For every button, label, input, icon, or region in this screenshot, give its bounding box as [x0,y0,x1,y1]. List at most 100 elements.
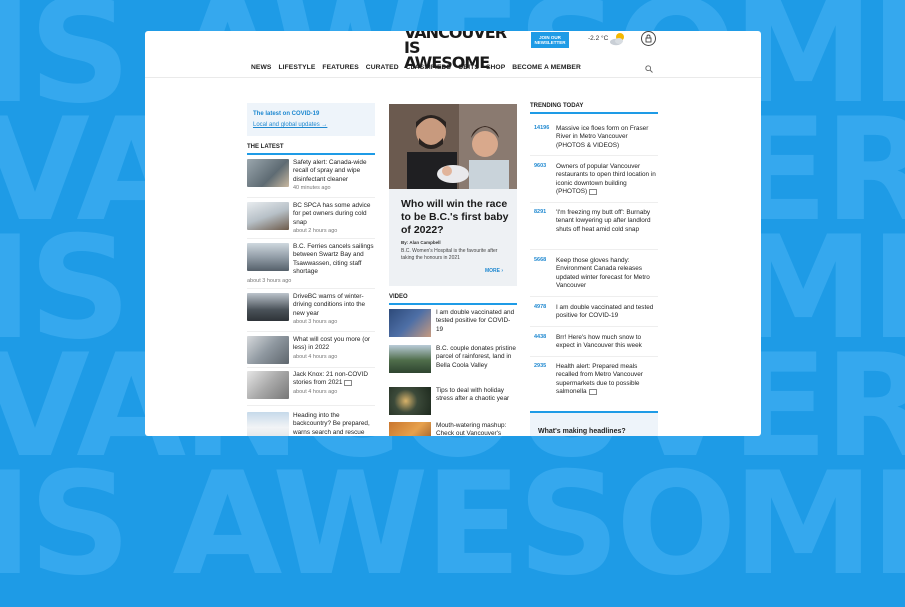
video-item[interactable]: I am double vaccinated and tested positi… [389,309,517,339]
covid-title[interactable]: The latest on COVID-19 [253,111,319,117]
video-title: Tips to deal with holiday stress after a… [436,387,510,403]
video-item[interactable]: B.C. couple donates pristine parcel of r… [389,345,517,379]
story-thumbnail [247,202,289,230]
list-item[interactable]: B.C. Ferries cancels sailings between Sw… [247,243,377,283]
nav-curated[interactable]: CURATED [366,64,399,71]
story-time: about 4 hours ago [293,388,338,395]
latest-heading: THE LATEST [247,144,284,150]
divider [530,249,658,250]
story-time: about 4 hours ago [293,353,338,360]
video-thumbnail [389,345,431,373]
story-title: BC SPCA has some advice for pet owners d… [293,202,371,226]
story-time: about 3 hours ago [247,278,292,284]
nav-lifestyle[interactable]: LIFESTYLE [278,64,315,71]
trending-item[interactable]: 14196 Massive ice floes form on Fraser R… [530,125,658,153]
video-thumbnail [389,422,431,436]
trending-count: 9603 [534,163,547,169]
list-item[interactable]: Safety alert: Canada-wide recall of spra… [247,159,377,193]
feature-byline: By: Alan Campbell [401,240,441,245]
video-heading-rule [389,303,517,305]
trending-title: Brr! Here's how much snow to expect in V… [556,334,642,350]
trending-item[interactable]: 4978 I am double vaccinated and tested p… [530,304,658,324]
nav-divider [145,77,761,78]
divider [247,405,375,406]
nav-news[interactable]: NEWS [251,64,271,71]
story-title: DriveBC warns of winter-driving conditio… [293,293,366,317]
list-item[interactable]: Heading into the backcountry? Be prepare… [247,412,377,436]
trending-count: 4438 [534,334,547,340]
story-thumbnail [247,293,289,321]
nav-shop[interactable]: SHOP [486,64,505,71]
website-screenshot: VANCOUVER IS AWESOME JOIN OUR NEWSLETTER… [145,31,761,436]
feature-photo[interactable] [389,104,517,189]
trending-title: Massive ice floes form on Fraser River i… [556,125,649,149]
trending-item[interactable]: 4438 Brr! Here's how much snow to expect… [530,334,658,354]
trending-title: I am double vaccinated and tested positi… [556,304,654,320]
trending-title: Owners of popular Vancouver restaurants … [556,163,656,196]
trending-item[interactable]: 5668 Keep those gloves handy: Environmen… [530,257,658,293]
headlines-box: What's making headlines? [530,411,658,436]
background-wordmark: IS AWESOME [0,442,905,607]
feature-card[interactable]: Who will win the race to be B.C.'s first… [389,189,517,286]
nav-classifieds[interactable]: CLASSIFIEDS [406,64,451,71]
newsletter-button[interactable]: JOIN OUR NEWSLETTER [531,32,569,48]
divider [530,356,658,357]
list-item[interactable]: Jack Knox: 21 non-COVID stories from 202… [247,371,377,401]
video-heading: VIDEO [389,294,408,300]
video-title: I am double vaccinated and tested positi… [436,309,515,333]
video-item[interactable]: Mouth-watering mashup: Check out Vancouv… [389,422,517,436]
feature-title[interactable]: Who will win the race to be B.C.'s first… [401,198,511,237]
trending-count: 5668 [534,257,547,263]
story-thumbnail [247,243,289,271]
headlines-title: What's making headlines? [538,428,626,435]
story-thumbnail [247,412,289,436]
divider [530,202,658,203]
video-item[interactable]: Tips to deal with holiday stress after a… [389,387,517,417]
divider [247,238,375,239]
nav-become-a-member[interactable]: BECOME A MEMBER [512,64,581,71]
list-item[interactable]: BC SPCA has some advice for pet owners d… [247,202,377,236]
gallery-icon [344,379,353,386]
divider [247,367,375,368]
nav-features[interactable]: FEATURES [322,64,358,71]
trending-count: 2935 [534,363,547,369]
trending-item[interactable]: 8291 'I'm freezing my butt off': Burnaby… [530,209,658,245]
covid-updates-link[interactable]: Local and global updates → [253,122,327,128]
trending-count: 14196 [534,125,550,131]
trending-count: 8291 [534,209,547,215]
latest-heading-rule [247,153,375,155]
feature-more-link[interactable]: MORE › [485,268,503,274]
temperature-readout: -2.2 °C [588,35,609,42]
gallery-icon [588,388,597,395]
nav-obits[interactable]: OBITS [458,64,479,71]
feature-photo-image [389,104,517,189]
story-title: Safety alert: Canada-wide recall of spra… [293,159,367,183]
story-time: 40 minutes ago [293,185,331,192]
trending-title: Keep those gloves handy: Environment Can… [556,257,650,290]
covid-box: The latest on COVID-19 Local and global … [247,103,375,136]
divider [247,331,375,332]
partly-sunny-icon [610,33,624,46]
trending-heading: TRENDING TODAY [530,103,584,109]
list-item[interactable]: What will cost you more (or less) in 202… [247,336,377,364]
list-item[interactable]: DriveBC warns of winter-driving conditio… [247,293,377,327]
trending-item[interactable]: 2935 Health alert: Prepared meals recall… [530,363,658,399]
story-thumbnail [247,336,289,364]
trending-heading-rule [530,112,658,114]
video-title: Mouth-watering mashup: Check out Vancouv… [436,422,507,436]
gallery-icon [589,188,598,195]
trending-title: Health alert: Prepared meals recalled fr… [556,363,643,396]
story-title: What will cost you more (or less) in 202… [293,336,371,352]
divider [530,326,658,327]
video-thumbnail [389,387,431,415]
story-title: Heading into the backcountry? Be prepare… [293,412,370,436]
trending-count: 4978 [534,304,547,310]
trending-item[interactable]: 9603 Owners of popular Vancouver restaur… [530,163,658,199]
story-time: about 3 hours ago [293,319,338,326]
story-title: B.C. Ferries cancels sailings between Sw… [293,243,374,276]
divider [530,155,658,156]
video-title: B.C. couple donates pristine parcel of r… [436,345,516,369]
account-icon[interactable] [641,31,656,46]
story-thumbnail [247,159,289,187]
search-icon[interactable] [645,65,653,73]
